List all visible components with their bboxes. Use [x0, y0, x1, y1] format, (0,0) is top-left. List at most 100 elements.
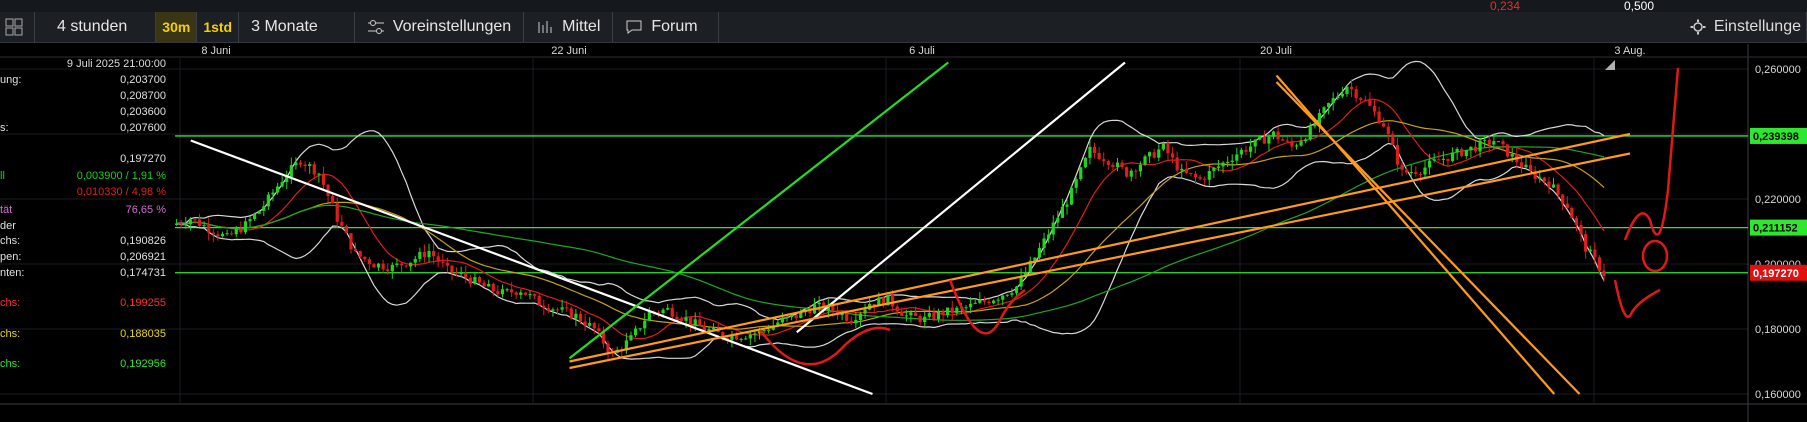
candle-body — [1056, 217, 1060, 223]
candle-body — [174, 223, 179, 225]
candle-body — [1111, 164, 1115, 167]
x-tick-label: 20 Juli — [1260, 45, 1292, 57]
candle-body — [289, 165, 293, 177]
candle-body — [1340, 94, 1344, 97]
candle-body — [445, 262, 449, 266]
candle-body — [1074, 179, 1078, 188]
candle-body — [321, 173, 326, 185]
candle-body — [744, 338, 748, 340]
candle-body — [1414, 172, 1418, 175]
candle-body — [184, 224, 188, 226]
candle-body — [487, 283, 491, 287]
candle-body — [441, 261, 445, 263]
candle-body — [1060, 206, 1065, 218]
candle-body — [207, 225, 211, 233]
y-tick-label: 0,220000 — [1755, 194, 1801, 206]
candle-body — [413, 258, 417, 263]
candle-body — [234, 228, 238, 235]
candle-body — [904, 315, 908, 317]
candle-body — [1460, 148, 1464, 157]
candle-body — [1065, 204, 1069, 207]
candle-body — [1464, 150, 1468, 157]
candle-body — [473, 277, 477, 284]
candle-body — [418, 251, 422, 259]
candle-body — [436, 256, 440, 262]
candle-body — [1524, 164, 1528, 168]
candle-body — [1198, 177, 1202, 179]
sidebar-row-value: 0,207600 — [120, 122, 166, 134]
price-chart[interactable]: 8 Juni 22 Juni 6 Juli 20 Juli 3 Aug. 0,26000… — [0, 0, 1807, 422]
candle-body — [1547, 181, 1551, 188]
candle-body — [684, 317, 688, 321]
sidebar-row-label: nten: — [0, 267, 25, 279]
candle-body — [1597, 257, 1602, 271]
candle-body — [1221, 162, 1225, 167]
sidebar-row-value: 76,65 % — [125, 204, 166, 216]
candle-body — [1203, 178, 1207, 180]
candle-body — [1528, 164, 1533, 171]
candle-body — [1010, 293, 1014, 295]
candle-body — [1313, 124, 1317, 127]
candle-body — [491, 283, 495, 292]
candle-body — [1235, 154, 1239, 161]
candle-body — [578, 313, 583, 322]
candle-body — [358, 251, 362, 257]
candle-body — [340, 221, 344, 226]
candle-body — [808, 311, 812, 314]
candle-body — [1180, 168, 1184, 171]
candle-body — [477, 277, 482, 283]
candle-body — [1446, 158, 1450, 161]
candle-body — [197, 219, 202, 226]
sidebar-row-value: 0,190826 — [120, 235, 166, 247]
sidebar-row-label: ung: — [0, 74, 22, 86]
candle-body — [863, 309, 867, 314]
candle-body — [1207, 170, 1211, 180]
x-tick-label: 8 Juni — [201, 45, 230, 57]
sidebar-row-label: chs: — [0, 297, 21, 309]
sidebar-row-label: ll — [0, 170, 5, 182]
candle-body — [510, 289, 514, 293]
candle-body — [1322, 107, 1326, 113]
candle-body — [1437, 159, 1441, 161]
price-flag-label: 0,197270 — [1753, 268, 1799, 280]
candle-body — [1561, 194, 1565, 204]
candle-body — [220, 233, 225, 237]
candle-body — [1556, 184, 1560, 195]
candle-body — [1047, 234, 1051, 239]
candle-body — [1138, 164, 1143, 172]
candle-body — [1363, 99, 1367, 101]
candle-body — [317, 173, 321, 175]
candle-body — [1372, 105, 1377, 112]
candle-body — [1469, 146, 1473, 151]
candle-body — [312, 164, 316, 175]
candle-body — [308, 164, 312, 167]
candle-body — [546, 308, 550, 311]
sidebar-row-value: 0,010330 / 4,98 % — [76, 186, 166, 198]
candle-body — [523, 292, 528, 295]
candle-body — [1588, 249, 1592, 252]
candle-body — [854, 320, 858, 324]
candle-body — [748, 334, 752, 339]
candle-body — [395, 263, 399, 265]
candle-body — [464, 272, 468, 278]
price-flag-label: 0,211152 — [1753, 223, 1798, 235]
candle-body — [927, 313, 931, 317]
candle-body — [404, 265, 408, 267]
x-tick-label: 22 Juni — [551, 45, 586, 57]
candle-body — [996, 299, 1000, 301]
candle-body — [1281, 139, 1285, 141]
candle-body — [303, 164, 307, 167]
candle-body — [1189, 172, 1193, 174]
x-tick-label: 3 Aug. — [1614, 45, 1645, 57]
candle-body — [528, 294, 532, 296]
candle-body — [390, 264, 394, 272]
candle-body — [675, 316, 679, 320]
candle-body — [1134, 170, 1138, 172]
candle-body — [955, 307, 959, 313]
candle-body — [1248, 146, 1253, 152]
candle-body — [1230, 160, 1234, 163]
candle-body — [817, 302, 821, 305]
candle-body — [468, 277, 472, 284]
sidebar-row-value: 0,199255 — [120, 297, 166, 309]
candle-body — [1308, 126, 1312, 140]
